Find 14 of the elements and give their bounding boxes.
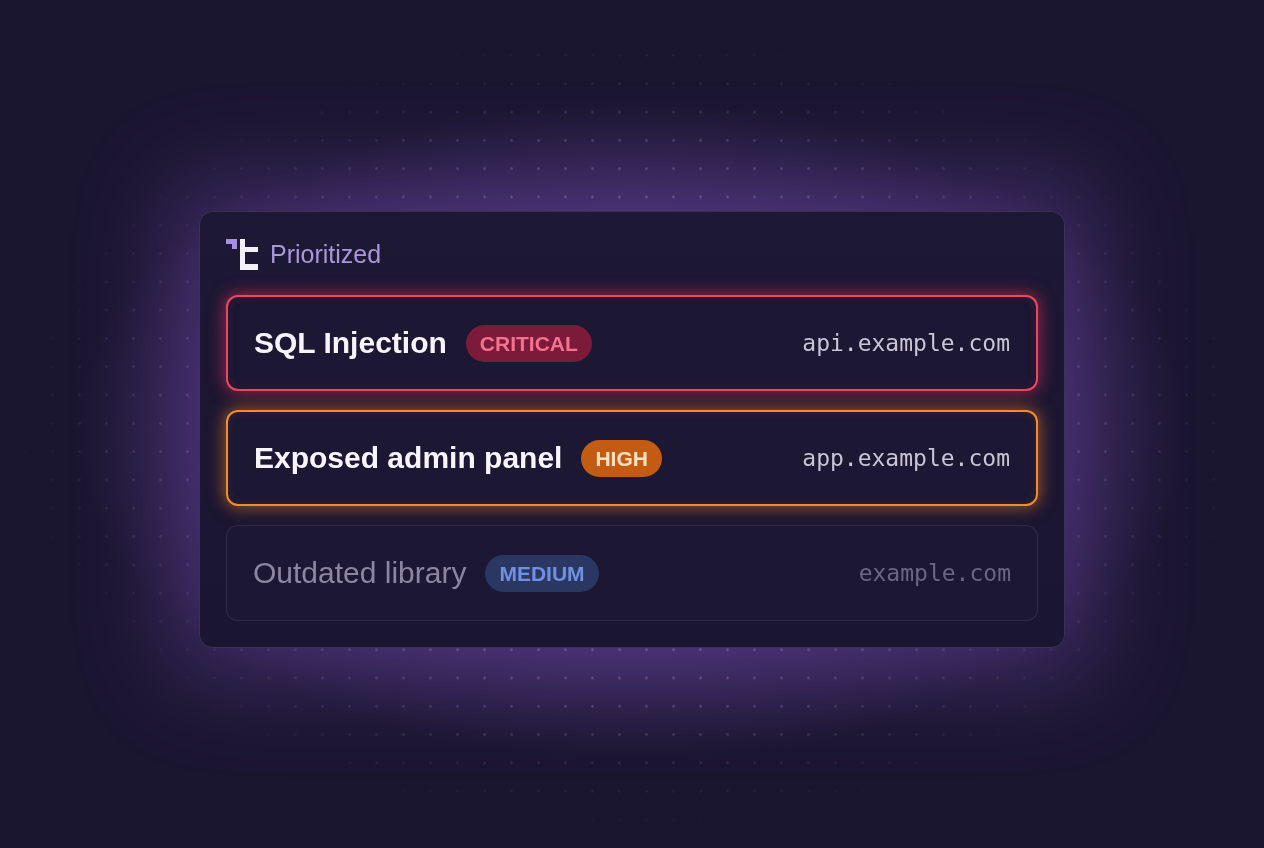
severity-badge: CRITICAL [465,324,592,362]
finding-row[interactable]: Outdated library MEDIUM example.com [226,525,1038,621]
logo-icon [226,238,258,270]
finding-title: Exposed admin panel [254,441,563,475]
host-name: app.example.com [802,445,1010,471]
severity-badge: MEDIUM [485,554,599,592]
severity-badge: HIGH [581,439,662,477]
finding-row[interactable]: Exposed admin panel HIGH app.example.com [226,410,1038,506]
finding-title: Outdated library [253,556,467,590]
host-name: api.example.com [802,330,1010,356]
finding-title: SQL Injection [254,326,447,360]
finding-row[interactable]: SQL Injection CRITICAL api.example.com [226,295,1038,391]
host-name: example.com [858,560,1011,586]
panel-title: Prioritized [270,239,382,270]
